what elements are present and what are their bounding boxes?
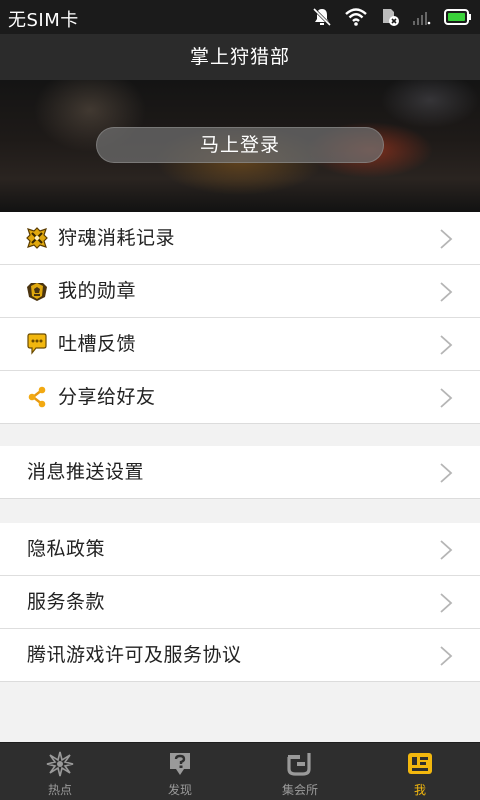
tab-label: 发现 [167, 783, 192, 797]
menu-item-label: 分享给好友 [58, 386, 156, 408]
tab-label: 集会所 [281, 783, 318, 797]
tab-label: 热点 [47, 783, 72, 797]
title-bar: 掌上狩猎部 [0, 34, 480, 80]
menu-item-my-medals[interactable]: 我的勋章 [0, 265, 480, 318]
tab-gathering-hall[interactable]: 集会所 [240, 743, 360, 800]
gathering-hall-icon [287, 753, 311, 776]
me-icon [408, 753, 432, 774]
hotspot-icon [46, 751, 74, 777]
tab-hotspot[interactable]: 热点 [0, 743, 120, 800]
menu-item-feedback[interactable]: 吐槽反馈 [0, 318, 480, 371]
menu-item-label: 吐槽反馈 [58, 333, 137, 355]
profile-banner: 马上登录 [0, 80, 480, 212]
chevron-right-icon [440, 593, 453, 613]
menu-item-share[interactable]: 分享给好友 [0, 371, 480, 424]
page-title: 掌上狩猎部 [189, 46, 290, 68]
menu-item-privacy-policy[interactable]: 隐私政策 [0, 523, 480, 576]
hunter-soul-icon [26, 227, 48, 249]
tab-label: 我 [413, 783, 426, 797]
bottom-nav: 热点 发现 集会所 我 [0, 742, 480, 800]
sim-error-icon [383, 9, 399, 26]
chevron-right-icon [440, 388, 453, 408]
wifi-icon [345, 8, 367, 26]
signal-icon [413, 12, 431, 25]
menu-item-label: 腾讯游戏许可及服务协议 [27, 644, 242, 666]
menu-item-label: 狩魂消耗记录 [58, 227, 176, 249]
chevron-right-icon [440, 463, 453, 483]
menu-group-main: 狩魂消耗记录 我的勋章 吐槽反馈 分享给好友 [0, 212, 480, 424]
chevron-right-icon [440, 646, 453, 666]
menu-group-settings: 消息推送设置 [0, 446, 480, 499]
status-icons [312, 6, 472, 28]
battery-icon [444, 9, 471, 25]
menu-item-hunter-soul-records[interactable]: 狩魂消耗记录 [0, 212, 480, 265]
menu-item-label: 服务条款 [27, 591, 106, 613]
carrier-label: 无SIM卡 [8, 10, 79, 31]
login-button[interactable]: 马上登录 [96, 127, 384, 163]
chevron-right-icon [440, 229, 453, 249]
feedback-icon [27, 333, 47, 355]
chevron-right-icon [440, 335, 453, 355]
menu-item-terms-of-service[interactable]: 服务条款 [0, 576, 480, 629]
tab-discover[interactable]: 发现 [120, 743, 240, 800]
menu-item-label: 消息推送设置 [27, 461, 145, 483]
tab-me[interactable]: 我 [360, 743, 480, 800]
status-bar: 无SIM卡 [0, 0, 480, 34]
share-icon [28, 386, 46, 408]
discover-icon [170, 753, 190, 775]
menu-item-label: 隐私政策 [27, 538, 106, 560]
menu-item-push-settings[interactable]: 消息推送设置 [0, 446, 480, 499]
chevron-right-icon [440, 540, 453, 560]
menu-item-label: 我的勋章 [58, 280, 137, 302]
chevron-right-icon [440, 282, 453, 302]
notifications-muted-icon [312, 7, 332, 27]
menu-item-license-agreement[interactable]: 腾讯游戏许可及服务协议 [0, 629, 480, 682]
medal-icon [27, 283, 47, 301]
menu-group-legal: 隐私政策 服务条款 腾讯游戏许可及服务协议 [0, 523, 480, 682]
